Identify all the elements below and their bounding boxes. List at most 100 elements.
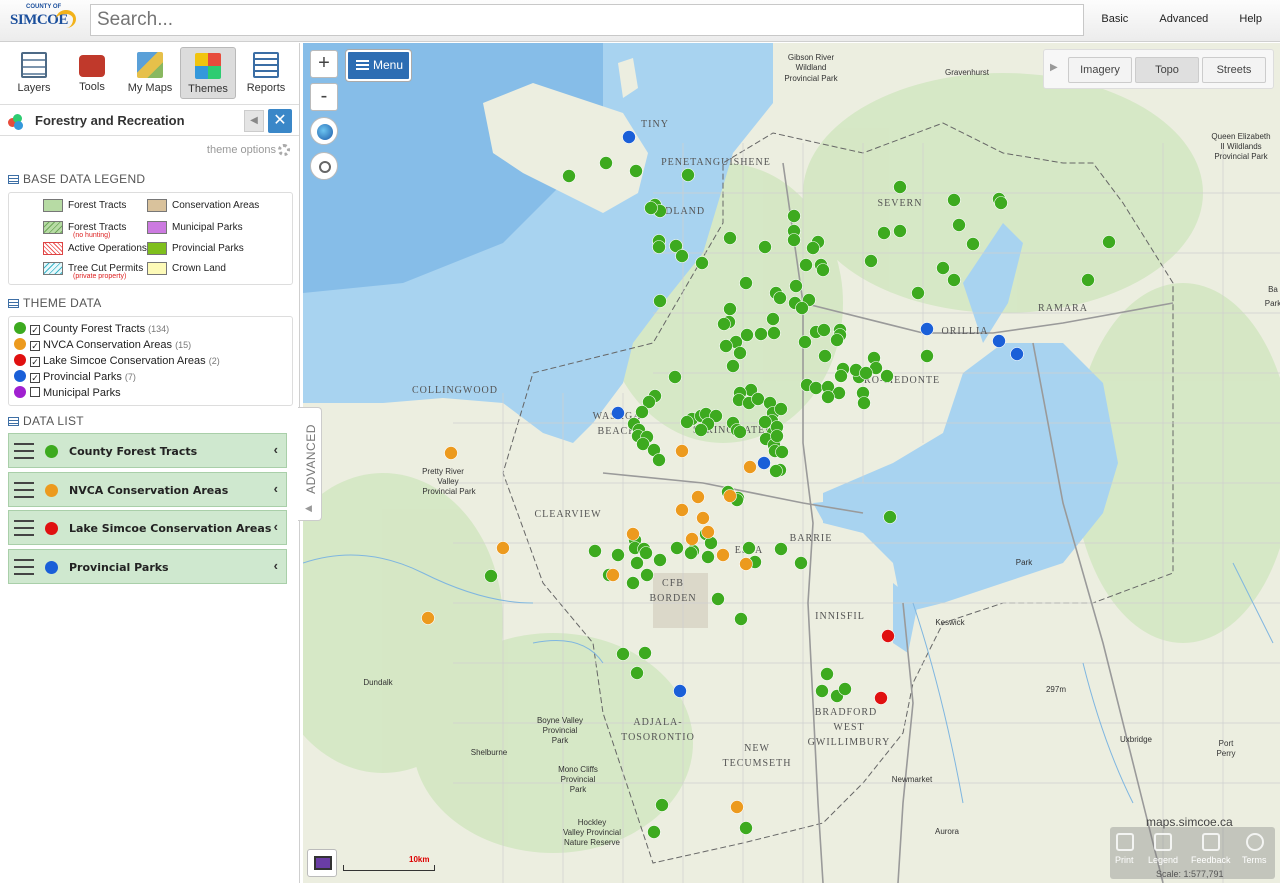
collapse-arrow-icon[interactable]: ▶ xyxy=(1050,62,1058,73)
map-marker[interactable] xyxy=(684,546,698,560)
map-marker[interactable] xyxy=(838,682,852,696)
map-marker[interactable] xyxy=(675,503,689,517)
basemap-imagery[interactable]: Imagery xyxy=(1068,57,1132,83)
theme-item-county-forest[interactable]: ✓ County Forest Tracts (134) xyxy=(14,322,169,337)
basemap-topo[interactable]: Topo xyxy=(1135,57,1199,83)
map-view[interactable]: TINY PENETANGUISHENE MIDLAND SEVERN ORILLIA R… xyxy=(303,43,1280,883)
map-marker[interactable] xyxy=(798,335,812,349)
map-marker[interactable] xyxy=(668,370,682,384)
map-marker[interactable] xyxy=(966,237,980,251)
themes-tab[interactable]: Themes xyxy=(180,47,236,99)
map-marker[interactable] xyxy=(644,201,658,215)
zoom-in-button[interactable]: + xyxy=(310,50,338,78)
map-marker[interactable] xyxy=(795,301,809,315)
map-marker[interactable] xyxy=(773,291,787,305)
map-marker[interactable] xyxy=(767,326,781,340)
basic-link[interactable]: Basic xyxy=(1101,13,1128,25)
map-marker[interactable] xyxy=(588,544,602,558)
map-marker[interactable] xyxy=(444,446,458,460)
map-marker[interactable] xyxy=(857,396,871,410)
map-marker[interactable] xyxy=(691,490,705,504)
map-marker[interactable] xyxy=(723,302,737,316)
map-marker[interactable] xyxy=(626,527,640,541)
map-marker[interactable] xyxy=(639,546,653,560)
menu-button[interactable]: Menu xyxy=(346,50,411,81)
chevron-left-icon[interactable]: ‹ xyxy=(274,519,278,534)
terms-label[interactable]: Terms xyxy=(1242,855,1267,865)
map-marker[interactable] xyxy=(775,445,789,459)
map-marker[interactable] xyxy=(947,273,961,287)
map-marker[interactable] xyxy=(421,611,435,625)
map-marker[interactable] xyxy=(739,821,753,835)
theme-close-button[interactable]: ✕ xyxy=(268,109,292,133)
basemap-streets[interactable]: Streets xyxy=(1202,57,1266,83)
map-marker[interactable] xyxy=(696,511,710,525)
map-marker[interactable] xyxy=(994,196,1008,210)
map-marker[interactable] xyxy=(743,460,757,474)
data-list-item-provincial-parks[interactable]: Provincial Parks ‹ xyxy=(8,549,287,584)
print-icon[interactable] xyxy=(1116,833,1134,851)
map-marker[interactable] xyxy=(723,489,737,503)
map-marker[interactable] xyxy=(992,334,1006,348)
data-list-item-nvca[interactable]: NVCA Conservation Areas ‹ xyxy=(8,472,287,507)
map-marker[interactable] xyxy=(864,254,878,268)
map-marker[interactable] xyxy=(881,629,895,643)
map-marker[interactable] xyxy=(670,541,684,555)
map-marker[interactable] xyxy=(821,390,835,404)
map-marker[interactable] xyxy=(611,406,625,420)
advanced-link[interactable]: Advanced xyxy=(1159,13,1208,25)
globe-button[interactable] xyxy=(310,117,338,145)
map-marker[interactable] xyxy=(770,429,784,443)
reports-tab[interactable]: Reports xyxy=(238,47,294,99)
data-list-item-lake-simcoe[interactable]: Lake Simcoe Conservation Areas ‹ xyxy=(8,510,287,545)
map-marker[interactable] xyxy=(733,346,747,360)
map-marker[interactable] xyxy=(877,226,891,240)
map-marker[interactable] xyxy=(730,800,744,814)
map-marker[interactable] xyxy=(562,169,576,183)
map-marker[interactable] xyxy=(675,444,689,458)
map-marker[interactable] xyxy=(629,164,643,178)
screen-print-button[interactable] xyxy=(307,849,337,877)
map-marker[interactable] xyxy=(655,798,669,812)
chevron-left-icon[interactable]: ‹ xyxy=(274,481,278,496)
map-marker[interactable] xyxy=(701,525,715,539)
map-marker[interactable] xyxy=(874,691,888,705)
map-marker[interactable] xyxy=(789,279,803,293)
map-marker[interactable] xyxy=(758,415,772,429)
map-marker[interactable] xyxy=(817,323,831,337)
map-marker[interactable] xyxy=(936,261,950,275)
map-marker[interactable] xyxy=(893,180,907,194)
map-marker[interactable] xyxy=(484,569,498,583)
map-marker[interactable] xyxy=(920,322,934,336)
county-logo[interactable]: COUNTY OF SIMCOE xyxy=(8,4,78,36)
map-marker[interactable] xyxy=(830,333,844,347)
map-marker[interactable] xyxy=(809,381,823,395)
map-marker[interactable] xyxy=(920,349,934,363)
map-marker[interactable] xyxy=(787,209,801,223)
theme-back-button[interactable]: ◀ xyxy=(244,110,264,132)
map-marker[interactable] xyxy=(599,156,613,170)
map-marker[interactable] xyxy=(834,369,848,383)
map-marker[interactable] xyxy=(751,392,765,406)
map-marker[interactable] xyxy=(880,369,894,383)
map-marker[interactable] xyxy=(883,510,897,524)
map-marker[interactable] xyxy=(1081,273,1095,287)
chevron-left-icon[interactable]: ‹ xyxy=(274,558,278,573)
map-marker[interactable] xyxy=(652,240,666,254)
map-marker[interactable] xyxy=(711,592,725,606)
map-marker[interactable] xyxy=(652,453,666,467)
map-marker[interactable] xyxy=(774,542,788,556)
my-maps-tab[interactable]: My Maps xyxy=(122,47,178,99)
chevron-left-icon[interactable]: ‹ xyxy=(274,442,278,457)
map-marker[interactable] xyxy=(739,557,753,571)
locate-button[interactable] xyxy=(310,152,338,180)
map-marker[interactable] xyxy=(766,312,780,326)
map-marker[interactable] xyxy=(952,218,966,232)
feedback-icon[interactable] xyxy=(1202,833,1220,851)
theme-item-lake-simcoe[interactable]: ✓ Lake Simcoe Conservation Areas (2) xyxy=(14,354,220,369)
map-marker[interactable] xyxy=(740,328,754,342)
map-marker[interactable] xyxy=(675,249,689,263)
theme-item-provincial-parks[interactable]: ✓ Provincial Parks (7) xyxy=(14,370,136,385)
map-marker[interactable] xyxy=(694,423,708,437)
map-marker[interactable] xyxy=(806,241,820,255)
